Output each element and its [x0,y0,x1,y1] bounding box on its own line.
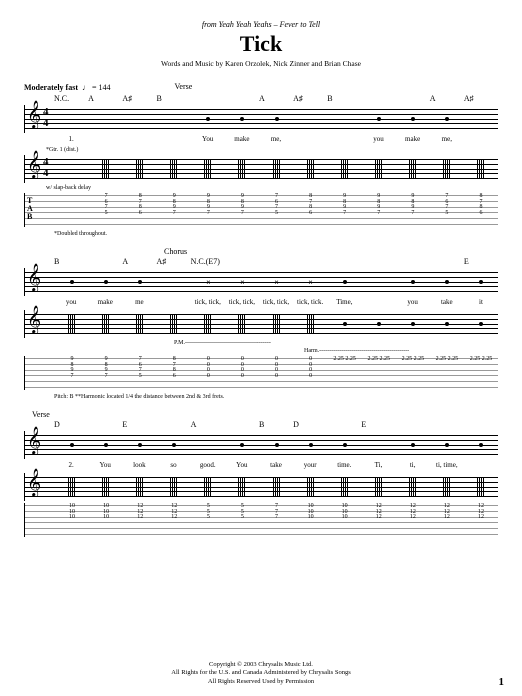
treble-clef-icon: 𝄞 [27,471,41,495]
footnote-harmonic: Pitch: B **Harmonic located 1/4 the dist… [54,394,498,400]
page-number: 1 [499,676,505,688]
sheet-header: from Yeah Yeah Yeahs – Fever to Tell Tic… [24,20,498,68]
time-signature: 44 [43,107,49,129]
copyright-footer: Copyright © 2003 Chrysalis Music Ltd. Al… [0,661,522,686]
perf-note-pm: P.M.------------------------------------… [174,340,498,346]
song-title: Tick [24,31,498,57]
treble-clef-icon: 𝄞 [27,429,41,453]
vocal-staff-1: 𝄞 44 [24,105,498,133]
footnote-doubled: *Doubled throughout. [54,231,498,237]
treble-clef-icon: 𝄞 [27,266,41,290]
guitar-staff-2: 𝄞 [24,310,498,338]
treble-clef-icon: 𝄞 [27,103,41,127]
lyric-row-3: 2.Youlooksogood.Youtakeyourtime.Ti,ti,ti… [24,461,498,469]
system-2: Chorus BAA♯N.C.(E7)E 𝄞 ×××× youmakemetic… [24,247,498,400]
perf-note-harm: Harm.-----------------------------------… [304,348,498,354]
vocal-staff-3: 𝄞 [24,431,498,459]
tab-label-icon: TAB [27,197,33,221]
guitar-staff-1: 𝄞 44 [24,155,498,183]
tempo-label: Moderately fast [24,83,78,92]
copyright-line-1: Copyright © 2003 Chrysalis Music Ltd. [0,661,522,669]
tempo-bpm: ♩ = 144 [82,83,111,92]
lyric-row-2: youmakemetick, tick,tick, tick,tick, tic… [24,298,498,306]
section-chorus: Chorus [164,247,498,256]
tab-staff-3: 1010101010101212121212125555557771010101… [24,503,498,537]
system-3: Verse DEABDE 𝄞 2.Youlooksogood.Youtakeyo… [24,410,498,537]
source-line: from Yeah Yeah Yeahs – Fever to Tell [24,20,498,29]
treble-clef-icon: 𝄞 [27,153,41,177]
treble-clef-icon: 𝄞 [27,308,41,332]
chord-row-2: BAA♯N.C.(E7)E [24,257,498,266]
perf-note-delay: w/ slap-back delay [46,185,498,191]
copyright-line-2: All Rights for the U.S. and Canada Admin… [0,669,522,677]
tab-staff-2: 989798977675878600000000000000002.25 2.2… [24,356,498,390]
time-signature: 44 [43,157,49,179]
lyric-row-1: 1.Youmakeme,youmakeme, [24,135,498,143]
guitar-staff-3: 𝄞 [24,473,498,501]
tab-staff-1: TAB 767587869897989798977675878698979897… [24,193,498,227]
section-verse-2: Verse [32,410,498,419]
chord-row-3: DEABDE [24,420,498,429]
copyright-line-3: All Rights Reserved Used by Permission [0,678,522,686]
perf-note-gtr: *Gtr. 1 (dist.) [46,147,498,153]
chord-row-1: N.C.AA♯BAA♯BAA♯ [24,94,498,103]
system-1: Moderately fast ♩ = 144 Verse N.C.AA♯BAA… [24,82,498,237]
section-verse: Verse [175,82,193,91]
vocal-staff-2: 𝄞 ×××× [24,268,498,296]
credits: Words and Music by Karen Orzolek, Nick Z… [24,59,498,68]
